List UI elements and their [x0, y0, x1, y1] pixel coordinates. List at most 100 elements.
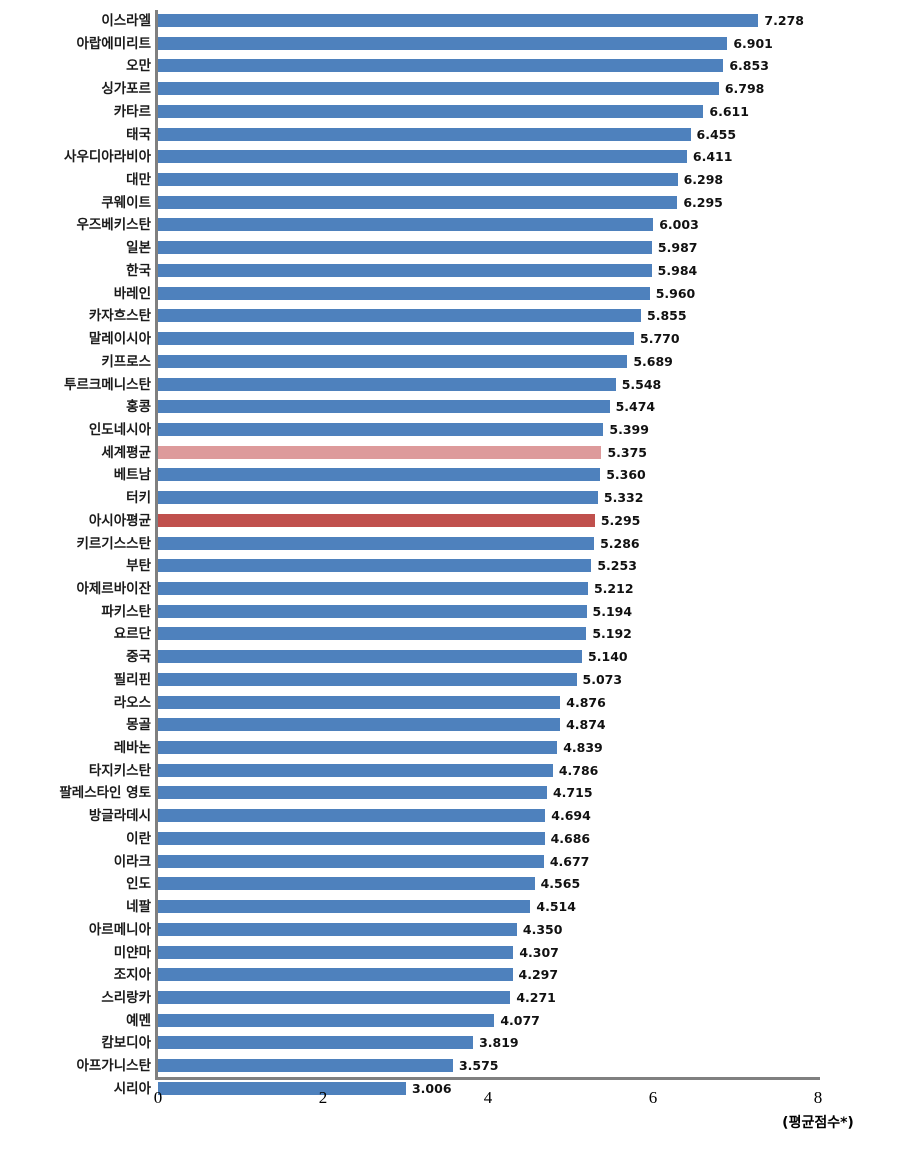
bar-row: 이스라엘 7.278	[101, 10, 818, 33]
bar-value-label: 5.984	[657, 262, 698, 278]
bar-row: 키프로스 5.689	[101, 351, 818, 374]
category-label: 파키스탄	[101, 603, 151, 620]
category-label: 아시아평균	[88, 512, 151, 529]
bar	[158, 422, 604, 436]
bar	[158, 14, 759, 27]
bar-row: 세계평균 5.375	[101, 442, 818, 465]
bar-asia-avg	[158, 513, 595, 527]
bar-value-label: 4.686	[550, 830, 591, 846]
bar-row: 말레이시아 5.770	[89, 328, 818, 351]
bar-value-label: 6.411	[692, 149, 733, 165]
category-label: 베트남	[113, 467, 151, 484]
category-label: 사우디아라비아	[64, 149, 151, 166]
bar-value-label: 4.677	[549, 853, 590, 869]
bar	[158, 718, 561, 732]
bar-value-label: 5.253	[597, 558, 637, 574]
bar	[158, 582, 588, 595]
bar-value-label: 4.077	[500, 1012, 540, 1028]
bar-row: 미얀마 4.307	[114, 942, 818, 965]
bar	[158, 900, 531, 914]
bar-row: 조지아 4.297	[114, 964, 818, 987]
bar-row: 네팔 4.514	[126, 896, 818, 919]
bar-row: 파키스탄 5.194	[101, 601, 818, 624]
bar-row: 요르단 5.192	[114, 623, 818, 646]
bar	[158, 150, 687, 164]
bar	[158, 922, 517, 936]
bar	[158, 968, 513, 982]
bar-row: 우즈베키스탄 6.003	[76, 214, 818, 237]
category-label: 아르메니아	[88, 921, 151, 938]
category-label: 이스라엘	[101, 13, 151, 29]
bar-value-label: 4.307	[519, 944, 559, 960]
bar	[158, 354, 628, 368]
bar-value-label: 5.212	[593, 581, 634, 596]
bar-value-label: 5.987	[657, 240, 698, 256]
category-label: 요르단	[113, 626, 151, 643]
category-label: 부탄	[126, 558, 151, 575]
category-label: 레바논	[113, 740, 151, 757]
bar-world-avg	[158, 445, 602, 459]
bar-value-label: 6.798	[724, 81, 765, 97]
bar-value-label: 5.140	[588, 649, 628, 665]
bar-value-label: 5.073	[582, 671, 623, 687]
bar-row: 사우디아라비아 6.411	[64, 146, 818, 169]
category-label: 아프가니스탄	[76, 1058, 151, 1075]
bar-row: 인도 4.565	[126, 873, 818, 896]
bar-row: 스리랑카 4.271	[101, 987, 818, 1010]
bar-value-label: 5.375	[607, 444, 647, 460]
category-label: 오만	[126, 58, 151, 75]
category-label: 카자흐스탄	[88, 308, 151, 325]
category-label: 홍콩	[126, 399, 151, 416]
bar	[158, 127, 691, 141]
bar	[158, 377, 616, 391]
category-label: 미얀마	[113, 944, 151, 961]
category-label: 터키	[126, 490, 151, 507]
bar-value-label: 7.278	[764, 13, 804, 28]
bar	[158, 990, 511, 1004]
bar-row: 방글라데시 4.694	[89, 805, 818, 828]
bar-value-label: 5.194	[592, 603, 633, 619]
plot-area: 이스라엘 7.278 아랍에미리트 6.901 오만 6.853 싱가포르 6.798 카타르 6…	[59, 10, 818, 1097]
bar	[158, 59, 724, 73]
bar-value-label: 5.332	[603, 490, 644, 506]
bar	[158, 400, 610, 414]
bar-value-label: 5.689	[633, 353, 673, 369]
bar-value-label: 4.297	[518, 967, 559, 983]
bar-value-label: 5.770	[640, 331, 680, 347]
bar-row: 부탄 5.253	[126, 555, 818, 578]
bar-value-label: 4.839	[563, 740, 603, 756]
bar-value-label: 3.819	[479, 1035, 519, 1051]
bar-value-label: 5.474	[615, 399, 656, 415]
bar	[158, 877, 535, 891]
bar-row: 한국 5.984	[126, 260, 818, 283]
bar-row: 태국 6.455	[126, 124, 818, 147]
bar	[158, 831, 545, 845]
category-label: 예멘	[126, 1012, 151, 1029]
category-label: 키르기스스탄	[76, 535, 151, 552]
category-label: 키프로스	[101, 353, 151, 370]
bar-row: 레바논 4.839	[114, 737, 818, 760]
bar	[158, 332, 635, 346]
x-tick-label: 4	[483, 1088, 493, 1107]
bar-value-label: 4.874	[566, 717, 606, 733]
bar-row: 대만 6.298	[126, 169, 818, 192]
bar-value-label: 5.192	[592, 626, 632, 642]
bar-row: 타지키스탄 4.786	[89, 760, 818, 783]
bar	[158, 468, 601, 482]
bar	[158, 218, 654, 232]
category-label: 투르크메니스탄	[64, 376, 151, 393]
bar-value-label: 5.286	[600, 535, 640, 551]
x-tick-label: 6	[648, 1088, 658, 1107]
bar	[158, 263, 652, 277]
category-label: 싱가포르	[101, 81, 151, 98]
category-label: 카타르	[113, 103, 151, 120]
bar-value-label: 5.295	[600, 512, 641, 528]
bar-value-label: 6.901	[733, 35, 773, 51]
bar-row: 몽골 4.874	[126, 714, 818, 737]
bar	[158, 536, 595, 550]
category-label: 캄보디아	[101, 1035, 151, 1052]
category-label: 타지키스탄	[88, 762, 151, 779]
bar-row: 카자흐스탄 5.855	[89, 305, 818, 328]
bar-row: 베트남 5.360	[114, 464, 818, 487]
bar	[158, 559, 592, 573]
